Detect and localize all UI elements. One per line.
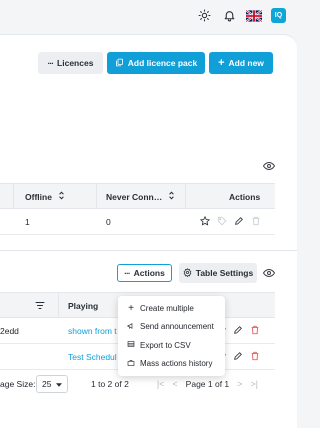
last-page-icon[interactable]: >| <box>250 379 258 389</box>
actions-menu: + Create multiple Send announcement Expo… <box>118 296 225 376</box>
plus-icon: + <box>218 57 225 69</box>
row-actions <box>199 209 261 234</box>
range-label: 1 to 2 of 2 <box>91 379 129 389</box>
more-icon: ··· <box>124 268 130 278</box>
table-icon <box>127 340 135 350</box>
first-page-icon[interactable]: |< <box>157 379 165 389</box>
menu-item-create-multiple[interactable]: + Create multiple <box>118 299 225 318</box>
filter-icon[interactable] <box>35 301 45 312</box>
megaphone-icon <box>127 322 135 332</box>
menu-item-send-announcement[interactable]: Send announcement <box>118 318 225 337</box>
avatar[interactable]: IQ <box>271 8 286 23</box>
table-row: 1 0 <box>0 209 275 235</box>
sort-icon[interactable] <box>58 191 65 202</box>
delete-icon[interactable] <box>250 325 260 337</box>
column-offline[interactable]: Offline <box>25 184 65 209</box>
delete-icon[interactable] <box>250 351 260 363</box>
player-name: 2edd <box>0 325 19 336</box>
add-new-button[interactable]: + Add new <box>209 52 273 74</box>
pagination-footer: age Size: 25 1 to 2 of 2 |< < Page 1 of … <box>0 373 275 395</box>
menu-item-export-csv[interactable]: Export to CSV <box>118 336 225 355</box>
column-never-connected[interactable]: Never Conn… <box>106 184 175 209</box>
edit-icon[interactable] <box>234 216 244 228</box>
top-bar: IQ <box>0 0 297 32</box>
licence-pack-icon <box>115 58 124 69</box>
page-size-label: age Size: <box>0 378 36 389</box>
eye-icon[interactable] <box>262 268 276 278</box>
section-divider <box>0 250 297 251</box>
uk-flag-icon[interactable] <box>246 9 262 23</box>
offline-count: 1 <box>25 216 30 227</box>
column-actions: Actions <box>229 191 261 202</box>
edit-icon[interactable] <box>233 325 243 337</box>
tag-icon[interactable] <box>217 216 227 228</box>
playing-link[interactable]: shown from t <box>68 318 117 343</box>
menu-item-mass-actions-history[interactable]: Mass actions history <box>118 355 225 374</box>
table-settings-button[interactable]: Table Settings <box>179 263 257 283</box>
licences-button[interactable]: ··· Licences <box>38 52 103 74</box>
page-label: Page 1 of 1 <box>185 379 230 389</box>
never-connected-count: 0 <box>106 216 111 227</box>
eye-icon[interactable] <box>262 161 276 171</box>
sun-icon[interactable] <box>197 8 212 23</box>
sort-icon[interactable] <box>168 191 175 202</box>
add-licence-pack-button[interactable]: Add licence pack <box>107 52 205 74</box>
column-playing: Playing <box>68 300 99 311</box>
row-actions <box>222 344 260 369</box>
stats-table-header: Offline Never Conn… Actions <box>0 183 275 209</box>
next-page-icon[interactable]: > <box>237 379 242 389</box>
edit-icon[interactable] <box>233 351 243 363</box>
playing-link[interactable]: Test Schedul <box>68 344 117 369</box>
actions-button[interactable]: ··· Actions <box>117 264 172 282</box>
caret-down-icon <box>56 379 63 389</box>
bell-icon[interactable] <box>222 8 237 23</box>
prev-page-icon[interactable]: < <box>172 379 177 389</box>
pager: 1 to 2 of 2 |< < Page 1 of 1 > >| <box>91 379 258 389</box>
star-icon[interactable] <box>199 215 211 228</box>
delete-icon[interactable] <box>251 216 261 228</box>
row-actions <box>222 318 260 343</box>
briefcase-icon <box>127 359 135 369</box>
more-icon: ··· <box>47 58 54 68</box>
gear-icon <box>183 267 192 279</box>
plus-icon: + <box>128 302 134 314</box>
page-size-select[interactable]: 25 <box>36 375 69 393</box>
